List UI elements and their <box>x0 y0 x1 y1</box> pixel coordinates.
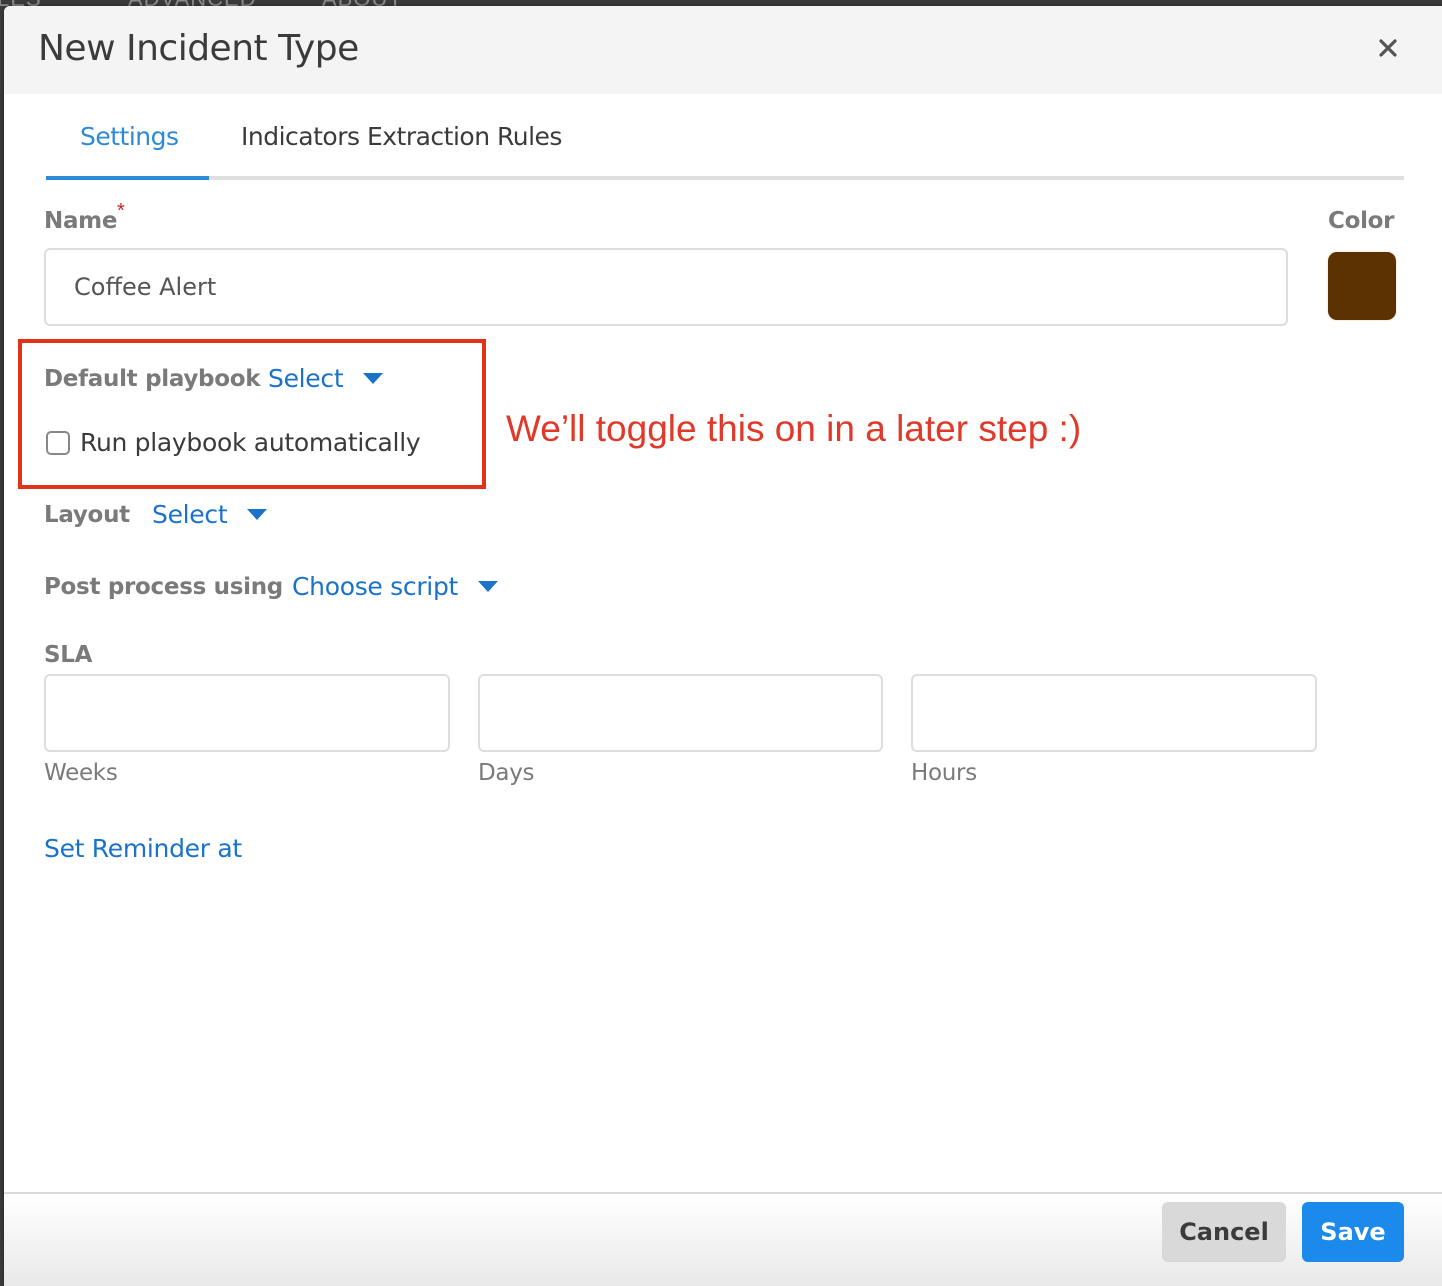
sla-label: SLA <box>44 642 93 668</box>
color-label: Color <box>1328 208 1395 234</box>
active-tab-indicator <box>46 176 209 180</box>
required-marker: * <box>117 200 125 222</box>
post-process-script-dropdown[interactable]: Choose script <box>292 572 499 601</box>
name-label: Name <box>44 208 118 234</box>
color-picker-swatch[interactable] <box>1328 252 1396 320</box>
sla-hours-label: Hours <box>911 760 977 786</box>
tab-settings[interactable]: Settings <box>80 122 179 151</box>
sla-days-input[interactable] <box>478 674 883 752</box>
name-input[interactable] <box>44 248 1288 326</box>
annotation-highlight-box <box>18 339 486 489</box>
tab-bar: Settings Indicators Extraction Rules <box>46 110 1404 180</box>
sla-weeks-input[interactable] <box>44 674 450 752</box>
close-icon <box>1379 39 1397 57</box>
sla-days-label: Days <box>478 760 535 786</box>
new-incident-type-dialog: New Incident Type Settings Indicators Ex… <box>4 6 1442 1286</box>
post-process-label: Post process using <box>44 574 283 600</box>
post-process-selected: Choose script <box>292 572 459 601</box>
cancel-button[interactable]: Cancel <box>1162 1202 1286 1262</box>
save-button[interactable]: Save <box>1302 1202 1404 1262</box>
tab-track <box>46 176 1404 180</box>
caret-down-icon <box>247 509 268 520</box>
layout-selected: Select <box>152 500 228 529</box>
layout-dropdown[interactable]: Select <box>152 500 268 529</box>
tab-indicators-extraction-rules[interactable]: Indicators Extraction Rules <box>241 122 562 151</box>
annotation-text: We’ll toggle this on in a later step :) <box>506 408 1082 449</box>
set-reminder-link[interactable]: Set Reminder at <box>44 834 242 863</box>
sla-weeks-label: Weeks <box>44 760 118 786</box>
dialog-title: New Incident Type <box>38 28 359 69</box>
sla-hours-input[interactable] <box>911 674 1317 752</box>
dialog-header: New Incident Type <box>4 6 1442 94</box>
caret-down-icon <box>478 581 499 592</box>
close-button[interactable] <box>1372 32 1404 64</box>
layout-label: Layout <box>44 502 130 528</box>
